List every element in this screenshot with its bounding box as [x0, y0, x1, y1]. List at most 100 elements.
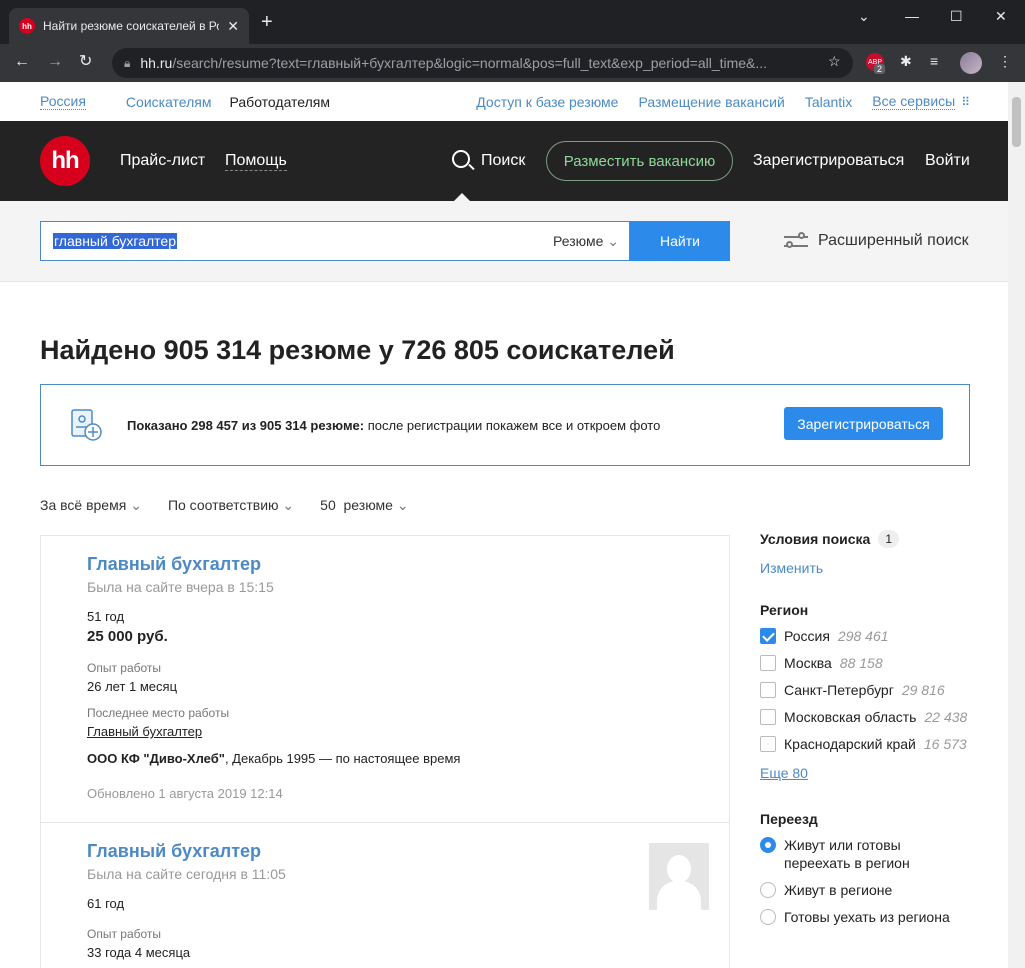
checkbox[interactable]	[760, 682, 776, 698]
search-type-label: Резюме	[553, 233, 604, 249]
search-type-select[interactable]: Резюме ⌄	[553, 233, 619, 250]
count-filter[interactable]: 50 резюме	[320, 497, 408, 514]
relocation-option[interactable]: Живут в регионе	[760, 881, 980, 899]
new-tab-icon[interactable]: +	[261, 12, 273, 32]
page-scrollbar[interactable]	[1008, 82, 1025, 968]
change-link[interactable]: Изменить	[760, 560, 980, 576]
checkbox[interactable]	[760, 709, 776, 725]
browser-tab[interactable]: hh Найти резюме соискателей в Ро ✕	[9, 8, 249, 44]
search-conditions-heading: Условия поиска 1	[760, 530, 980, 548]
db-access-link[interactable]: Доступ к базе резюме	[476, 94, 618, 110]
region-link[interactable]: Россия	[40, 93, 86, 110]
profile-avatar[interactable]	[960, 52, 982, 74]
age: 51 год	[87, 609, 125, 624]
url-path: /search/resume?text=главный+бухгалтер&lo…	[172, 55, 768, 71]
menu-kebab-icon[interactable]: ⋮	[998, 53, 1012, 70]
region-heading: Регион	[760, 602, 809, 618]
all-services-link[interactable]: Все сервисы	[872, 93, 956, 110]
radio-selected[interactable]	[760, 837, 776, 853]
post-vacancies-link[interactable]: Размещение вакансий	[638, 94, 784, 110]
experience-value: 26 лет 1 месяц	[87, 679, 178, 694]
checkbox-checked[interactable]	[760, 628, 776, 644]
region-count: 22 438	[924, 709, 968, 725]
maximize-icon[interactable]: ☐	[950, 8, 963, 25]
advanced-search-link[interactable]: Расширенный поиск	[784, 231, 969, 251]
results-title: Найдено 905 314 резюме у 726 805 соискат…	[40, 335, 675, 365]
more-regions-link[interactable]: Еще 80	[760, 765, 980, 781]
last-job-value: Главный бухгалтер	[87, 724, 203, 739]
bookmark-star-icon[interactable]: ☆	[828, 53, 841, 70]
banner-register-button[interactable]: Зарегистрироваться	[784, 407, 943, 440]
address-bar[interactable]: 🔒︎ hh.ru/search/resume?text=главный+бухг…	[112, 48, 853, 78]
scrollbar-thumb[interactable]	[1012, 97, 1021, 147]
region-list: Россия 298 461 Москва 88 158 Санкт-Петербу…	[760, 627, 980, 753]
region-option[interactable]: Москва 88 158	[760, 654, 980, 672]
media-queue-icon[interactable]: ≡	[930, 53, 938, 69]
resume-plus-icon	[69, 408, 103, 442]
window-close-icon[interactable]: ✕	[995, 8, 1007, 25]
post-vacancy-button[interactable]: Разместить вакансию	[546, 141, 733, 181]
region-count: 16 573	[923, 736, 967, 752]
resume-title-link[interactable]: Главный бухгалтер	[87, 841, 683, 862]
price-list-link[interactable]: Прайс-лист	[120, 152, 205, 170]
last-seen: Была на сайте сегодня в 11:05	[87, 866, 286, 882]
top-navigation: Россия Соискателям Работодателям Доступ …	[0, 82, 1008, 121]
advanced-search-label: Расширенный поиск	[818, 232, 969, 249]
relocation-option[interactable]: Готовы уехать из региона	[760, 908, 980, 926]
relocation-name: Живут или готовы переехать в регион	[784, 837, 910, 871]
extensions-puzzle-icon[interactable]: ✱	[900, 53, 912, 70]
reload-icon[interactable]: ↻	[79, 52, 92, 72]
banner-rest: после регистрации покажем все и откроем …	[364, 417, 661, 433]
login-link[interactable]: Войти	[925, 152, 970, 170]
site-header: hh Прайс-лист Помощь Поиск Разместить ва…	[0, 121, 1008, 201]
region-count: 298 461	[837, 628, 889, 644]
region-option[interactable]: Россия 298 461	[760, 627, 980, 645]
checkbox[interactable]	[760, 736, 776, 752]
conditions-label: Условия поиска	[760, 531, 871, 547]
search-icon[interactable]	[452, 150, 470, 168]
radio[interactable]	[760, 909, 776, 925]
region-option[interactable]: Санкт-Петербург 29 816	[760, 681, 980, 699]
region-name: Московская область	[784, 709, 917, 725]
checkbox[interactable]	[760, 655, 776, 671]
region-name: Россия	[784, 628, 830, 644]
result-filters: За всё время По соответствию 50 резюме	[40, 497, 409, 514]
seekers-link[interactable]: Соискателям	[126, 94, 212, 110]
employers-link[interactable]: Работодателям	[230, 94, 331, 110]
browser-tabstrip: hh Найти резюме соискателей в Ро ✕ + ⌄ —…	[0, 0, 1025, 44]
hh-logo[interactable]: hh	[40, 136, 90, 186]
web-page: Россия Соискателям Работодателям Доступ …	[0, 82, 1008, 968]
period-filter[interactable]: За всё время	[40, 497, 142, 514]
company-name: ООО КФ "Диво-Хлеб"	[87, 751, 225, 766]
forward-arrow-icon[interactable]: →	[47, 52, 63, 72]
grid-icon[interactable]: ⠿	[961, 95, 970, 109]
region-name: Москва	[784, 655, 832, 671]
tab-search-chevron-icon[interactable]: ⌄	[858, 8, 870, 25]
region-name: Краснодарский край	[784, 736, 916, 752]
lock-icon: 🔒︎	[124, 55, 131, 70]
relocation-option[interactable]: Живут или готовы переехать в регион	[760, 836, 980, 872]
search-input[interactable]: главный бухгалтер Резюме ⌄	[40, 221, 630, 261]
register-link[interactable]: Зарегистрироваться	[753, 152, 904, 170]
radio[interactable]	[760, 882, 776, 898]
active-caret	[454, 193, 470, 201]
relocation-heading: Переезд	[760, 811, 818, 827]
search-link[interactable]: Поиск	[481, 152, 525, 170]
last-job-label: Последнее место работы	[87, 706, 230, 720]
close-tab-icon[interactable]: ✕	[227, 18, 239, 35]
back-arrow-icon[interactable]: ←	[14, 52, 30, 72]
help-link[interactable]: Помощь	[225, 152, 287, 171]
search-row: главный бухгалтер Резюме ⌄ Найти Расшире…	[0, 201, 1008, 282]
talantix-link[interactable]: Talantix	[805, 94, 852, 110]
last-seen: Была на сайте вчера в 15:15	[87, 579, 274, 595]
sort-filter[interactable]: По соответствию	[168, 497, 294, 514]
region-option[interactable]: Краснодарский край 16 573	[760, 735, 980, 753]
region-option[interactable]: Московская область 22 438	[760, 708, 980, 726]
region-count: 88 158	[839, 655, 883, 671]
find-button[interactable]: Найти	[630, 221, 730, 261]
resume-card: Главный бухгалтер Была на сайте вчера в …	[40, 535, 730, 823]
minimize-icon[interactable]: —	[905, 8, 919, 24]
adblock-badge: 2	[874, 64, 886, 74]
resume-title-link[interactable]: Главный бухгалтер	[87, 554, 683, 575]
tab-title: Найти резюме соискателей в Ро	[43, 19, 220, 33]
